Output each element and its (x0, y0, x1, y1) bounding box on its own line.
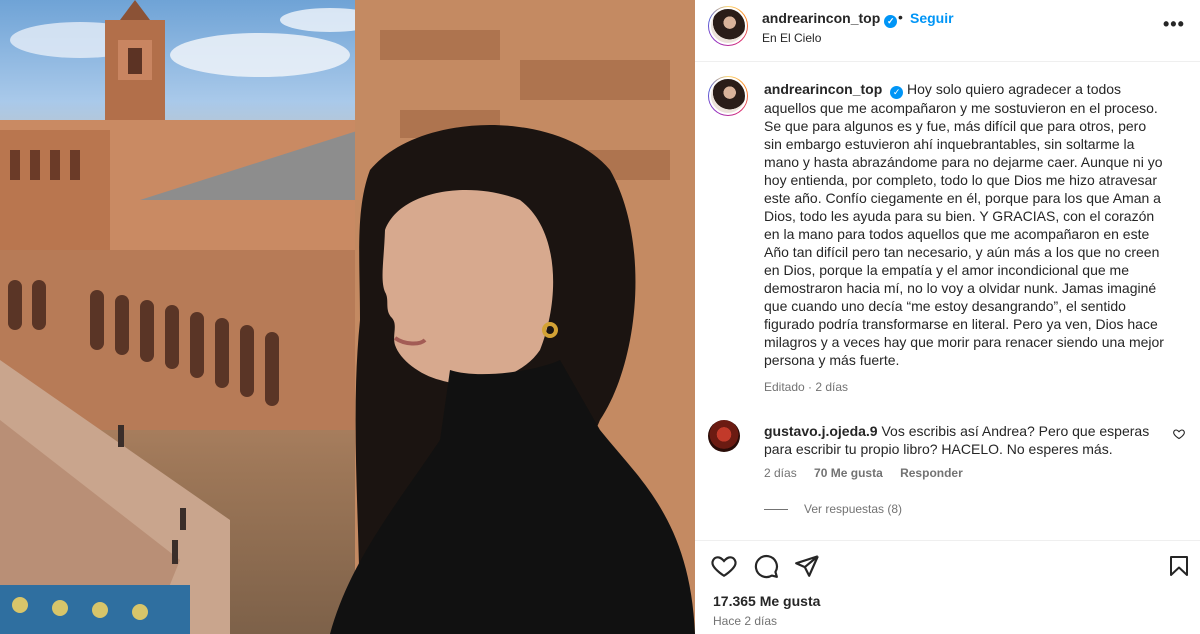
view-replies-label[interactable]: Ver respuestas (8) (804, 502, 902, 516)
commenter-avatar[interactable] (708, 420, 740, 452)
verified-badge-icon: ✓ (884, 15, 898, 28)
view-replies-button[interactable]: Ver respuestas (8) (764, 502, 902, 516)
author-username-text[interactable]: andrearincon_top (762, 10, 880, 26)
replies-divider (764, 509, 788, 511)
bookmark-icon[interactable] (1167, 553, 1191, 584)
comment-meta: 2 días 70 Me gusta Responder (764, 466, 977, 480)
post-header: andrearincon_top ✓ • Seguir En El Cielo •… (695, 0, 1200, 62)
post-photo[interactable] (0, 0, 695, 634)
location-link[interactable]: En El Cielo (762, 31, 821, 45)
caption-author-avatar[interactable] (708, 76, 748, 116)
author-username[interactable]: andrearincon_top ✓ (762, 10, 898, 28)
post-time: Hace 2 días (713, 614, 778, 628)
caption-body: Hoy solo quiero agradecer a todos aquell… (764, 81, 1164, 368)
comment-time: 2 días (764, 466, 797, 480)
comment-icon[interactable] (753, 553, 779, 584)
post-panel: andrearincon_top ✓ • Seguir En El Cielo •… (695, 0, 1200, 634)
heart-icon[interactable] (711, 553, 737, 584)
likes-count[interactable]: 17.365 Me gusta (713, 593, 820, 609)
paper-plane-icon[interactable] (794, 553, 820, 584)
small-heart-icon[interactable] (1173, 428, 1185, 443)
photo-illustration (0, 0, 695, 634)
caption-username[interactable]: andrearincon_top (764, 81, 882, 97)
comment-text: gustavo.j.ojeda.9 Vos escribis así Andre… (764, 422, 1159, 458)
separator-dot: • (898, 9, 903, 25)
post-actions: 17.365 Me gusta Hace 2 días (695, 540, 1200, 634)
reply-button[interactable]: Responder (900, 466, 963, 480)
more-options-icon[interactable]: ••• (1163, 14, 1185, 35)
caption-edited-time: Editado · 2 días (764, 380, 849, 394)
follow-button[interactable]: Seguir (910, 10, 954, 26)
author-avatar[interactable] (708, 6, 748, 46)
commenter-username[interactable]: gustavo.j.ojeda.9 (764, 423, 878, 439)
verified-badge-icon: ✓ (890, 86, 904, 99)
comment-likes[interactable]: 70 Me gusta (814, 466, 883, 480)
caption-text: andrearincon_top ✓ Hoy solo quiero agrad… (764, 80, 1164, 369)
